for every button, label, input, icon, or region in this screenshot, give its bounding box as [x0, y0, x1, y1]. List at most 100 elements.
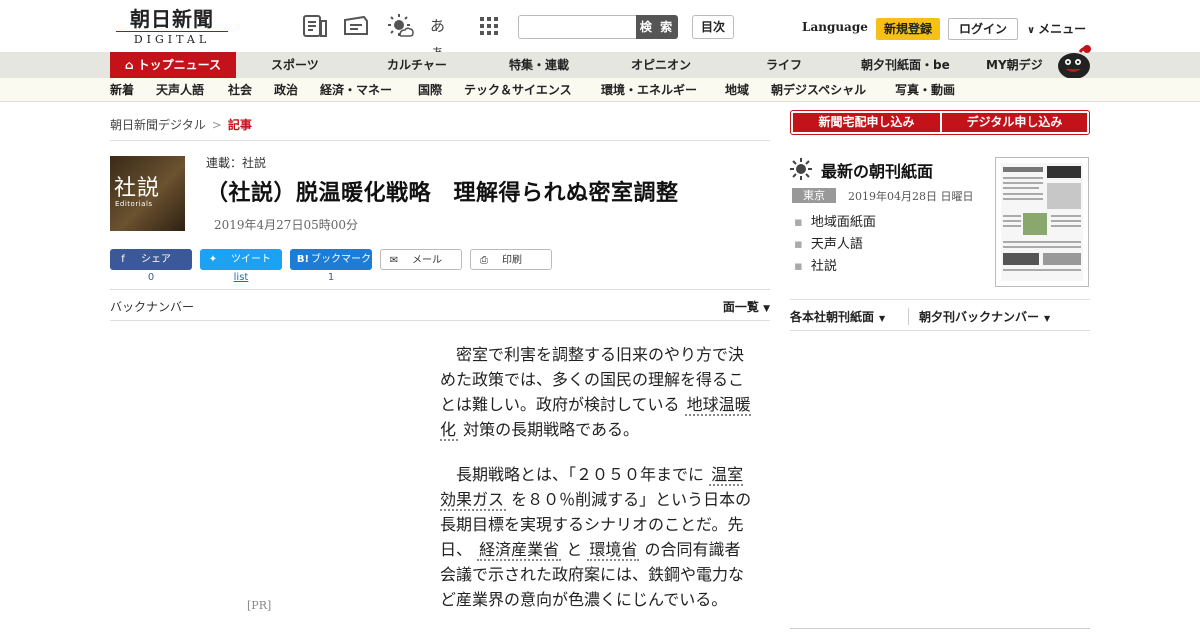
page-index-dropdown[interactable]: 面一覧 ▼: [723, 298, 770, 315]
news-list-icon[interactable]: [301, 13, 329, 39]
share-label: メール: [412, 255, 442, 266]
breadcrumb-home[interactable]: 朝日新聞デジタル: [110, 118, 206, 132]
sun-icon: [790, 158, 812, 180]
search-button[interactable]: 検 索: [636, 15, 678, 39]
newspaper-image: [1001, 163, 1083, 281]
subnav-item-politics[interactable]: 政治: [274, 78, 298, 102]
paragraph: 密室で利害を調整する旧来のやり方で決めた政策では、多くの国民の理解を得ることは難…: [440, 342, 752, 442]
print-button[interactable]: ⎙ 印刷: [470, 249, 552, 270]
paper-backnumber-dropdown[interactable]: 朝夕刊バックナンバー ▼: [908, 308, 1050, 325]
list-item[interactable]: ▪ 社説: [794, 256, 876, 278]
paragraph: 長期戦略とは、「２０５０年までに 温室効果ガス を８０％削減する」という日本の長…: [440, 462, 752, 612]
nav-item-my-asahi[interactable]: MY朝デジ: [986, 52, 1043, 78]
nav-item-life[interactable]: ライフ: [766, 52, 802, 78]
link-label: 天声人語: [810, 237, 863, 252]
site-logo[interactable]: 朝日新聞 DIGITAL: [116, 8, 228, 46]
breadcrumb-current: 記事: [227, 118, 252, 132]
subnav-item-photo[interactable]: 写真・動画: [895, 78, 955, 102]
mail-share-button[interactable]: ✉ メール: [380, 249, 462, 270]
series-label[interactable]: 連載：社説: [206, 154, 266, 171]
subnav-item-tensei[interactable]: 天声人語: [156, 78, 204, 102]
divider: [110, 140, 770, 141]
main-nav: ⌂ トップニュース スポーツ カルチャー 特集・連載 オピニオン ライフ 朝夕刊紙…: [0, 52, 1200, 78]
subnav-item-latest[interactable]: 新着: [110, 78, 134, 102]
share-label: 印刷: [502, 255, 522, 266]
nav-item-top-news[interactable]: ⌂ トップニュース: [110, 52, 236, 78]
text: 長期戦略とは、「２０５０年までに: [456, 465, 705, 484]
share-label: ツイート: [231, 254, 271, 265]
chevron-down-icon: ∨: [1027, 25, 1036, 36]
series-thumbnail-title: 社説: [114, 176, 161, 201]
list-item[interactable]: ▪ 地域面紙面: [794, 212, 876, 234]
login-button[interactable]: ログイン: [948, 18, 1018, 40]
divider: [790, 628, 1090, 629]
logo-english: DIGITAL: [116, 31, 228, 46]
latest-paper-title[interactable]: 最新の朝刊紙面: [821, 158, 933, 182]
hatena-bookmark-button[interactable]: B! ブックマーク: [290, 249, 372, 270]
newspaper-thumbnail[interactable]: [995, 157, 1089, 287]
twitter-list-link[interactable]: list: [200, 272, 282, 283]
dropdown-label: 朝夕刊バックナンバー: [919, 310, 1040, 324]
menu-button[interactable]: ∨ メニュー: [1027, 20, 1086, 37]
article-date: 2019年4月27日05時00分: [214, 218, 358, 232]
subscribe-box: 新聞宅配申し込み デジタル申し込み: [790, 110, 1090, 135]
triangle-down-icon: ▼: [763, 304, 770, 314]
facebook-share-button[interactable]: f シェア: [110, 249, 192, 270]
nav-item-features[interactable]: 特集・連載: [509, 52, 569, 78]
facebook-icon: f: [121, 254, 125, 265]
subscribe-paper-button[interactable]: 新聞宅配申し込み: [793, 113, 940, 132]
backnumber-link[interactable]: バックナンバー: [110, 298, 194, 315]
font-size-icon[interactable]: あぁ: [430, 13, 458, 61]
subnav-item-tech[interactable]: テック＆サイエンス: [464, 78, 572, 102]
subnav-item-special[interactable]: 朝デジスペシャル: [771, 78, 866, 102]
subnav-item-environment[interactable]: 環境・エネルギー: [601, 78, 697, 102]
signup-button[interactable]: 新規登録: [876, 18, 940, 40]
article-body: 密室で利害を調整する旧来のやり方で決めた政策では、多くの国民の理解を得ることは難…: [440, 342, 752, 632]
subnav-item-world[interactable]: 国際: [418, 78, 442, 102]
twitter-share-button[interactable]: ✦ ツイート: [200, 249, 282, 270]
breadcrumb-separator: >: [211, 118, 222, 132]
home-icon: ⌂: [125, 58, 134, 72]
keyword-link[interactable]: 環境省: [587, 540, 640, 561]
site-header: 朝日新聞 DIGITAL あぁ 検 索 目次 Language 新規登録 ログイ…: [0, 0, 1200, 61]
nav-item-opinion[interactable]: オピニオン: [631, 52, 691, 78]
subnav-item-economy[interactable]: 経済・マネー: [320, 78, 392, 102]
subnav-item-society[interactable]: 社会: [228, 78, 252, 102]
facebook-share-count: 0: [147, 272, 155, 283]
search-input[interactable]: [518, 15, 638, 39]
list-item[interactable]: ▪ 天声人語: [794, 234, 876, 256]
triangle-down-icon: ▼: [1044, 314, 1051, 323]
mail-icon: ✉: [389, 255, 399, 266]
keyword-link[interactable]: 経済産業省: [477, 540, 562, 561]
nav-item-newspaper[interactable]: 朝夕刊紙面・be: [861, 52, 950, 78]
nav-label: トップニュース: [137, 58, 221, 72]
hatena-icon: B!: [296, 254, 310, 265]
paper-date: 2019年04月28日 日曜日: [848, 190, 974, 203]
bullet-icon: ▪: [794, 259, 803, 274]
bullet-icon: ▪: [794, 237, 803, 252]
coupon-icon[interactable]: [342, 13, 370, 39]
language-link[interactable]: Language: [802, 20, 868, 34]
subnav-item-region[interactable]: 地域: [725, 78, 749, 102]
breadcrumb: 朝日新聞デジタル > 記事: [110, 116, 252, 133]
weather-icon[interactable]: [386, 13, 414, 39]
hatena-bookmark-count: 1: [327, 272, 335, 283]
nav-item-sports[interactable]: スポーツ: [271, 52, 319, 78]
paper-links: ▪ 地域面紙面 ▪ 天声人語 ▪ 社説: [794, 212, 876, 278]
triangle-down-icon: ▼: [879, 314, 886, 323]
share-label: ブックマーク: [311, 254, 371, 265]
nav-item-culture[interactable]: カルチャー: [387, 52, 447, 78]
logo-japanese: 朝日新聞: [130, 7, 214, 31]
subscribe-digital-button[interactable]: デジタル申し込み: [942, 113, 1087, 132]
series-thumbnail[interactable]: 社説 Editorials: [110, 156, 185, 231]
backnumber-bar: バックナンバー 面一覧 ▼: [110, 289, 770, 321]
toc-button[interactable]: 目次: [692, 15, 734, 39]
pr-label: [PR]: [247, 599, 272, 612]
page-index-label: 面一覧: [722, 300, 759, 314]
grid-menu-icon[interactable]: [475, 13, 503, 39]
regional-papers-dropdown[interactable]: 各本社朝刊紙面 ▼: [790, 308, 885, 325]
link-label: 地域面紙面: [810, 215, 876, 230]
printer-icon: ⎙: [480, 255, 488, 266]
mascot-icon[interactable]: [1054, 44, 1092, 79]
dropdown-label: 各本社朝刊紙面: [790, 310, 875, 324]
